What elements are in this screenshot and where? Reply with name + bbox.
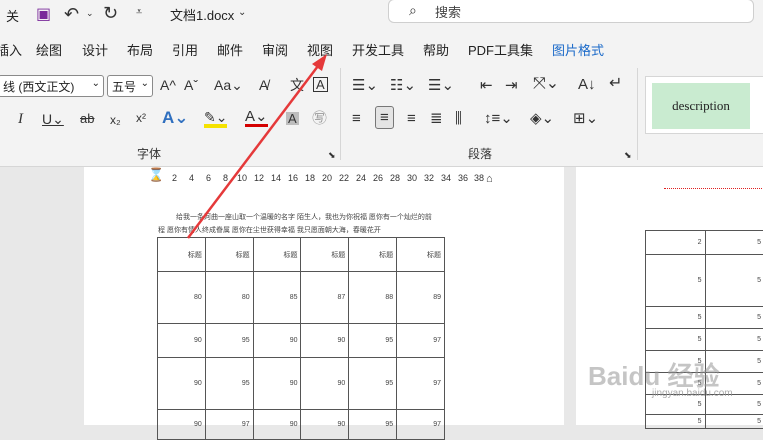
arrow-shaft xyxy=(188,66,318,238)
annotation-arrow xyxy=(0,0,763,425)
arrow-head xyxy=(312,54,327,71)
